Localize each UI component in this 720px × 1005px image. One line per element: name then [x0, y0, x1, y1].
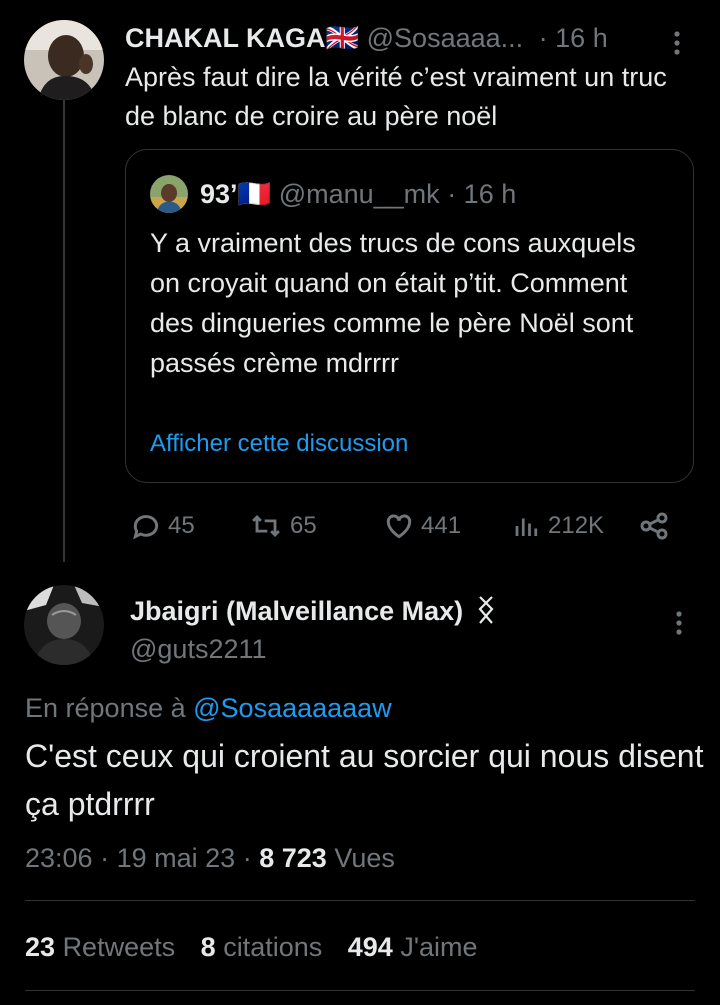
quotes-label: citations [223, 932, 323, 962]
share-button[interactable] [638, 506, 670, 546]
tweet-header: CHAKAL KAGA🇬🇧 @Sosaaaa... · 16 h [125, 22, 608, 54]
heart-icon [386, 514, 412, 539]
tweet-date[interactable]: 19 mai 23 [117, 843, 236, 873]
quotes-count: 8 [200, 932, 216, 962]
flag-icon: 🇫🇷 [237, 179, 272, 209]
avatar[interactable] [24, 20, 104, 100]
engagement-stats: 23 Retweets 8 citations 494 J'aime [25, 928, 478, 966]
views-count: 8 723 [259, 843, 327, 873]
more-options-icon[interactable] [672, 30, 682, 56]
retweets-count: 23 [25, 932, 56, 962]
tweet-meta: 23:06 · 19 mai 23 · 8 723 Vues [25, 840, 395, 876]
quoted-tweet[interactable]: 93’🇫🇷 @manu__mk · 16 h Y a vraiment des … [125, 149, 694, 483]
show-thread-link[interactable]: Afficher cette discussion [150, 429, 408, 459]
divider [25, 990, 695, 991]
analytics-icon [515, 518, 538, 536]
quote-author-name: 93’ [200, 179, 238, 209]
tweet-text: Après faut dire la vérité c’est vraiment… [125, 62, 667, 131]
quotes-stat[interactable]: 8 citations [201, 932, 323, 962]
views-count: 212K [548, 512, 605, 539]
separator: · [100, 843, 110, 873]
quote-text: Y a vraiment des trucs de cons auxquels … [150, 228, 636, 378]
author-name[interactable]: CHAKAL KAGA [125, 23, 326, 53]
quote-time: · 16 h [447, 179, 517, 209]
share-icon [640, 512, 668, 540]
author-name[interactable]: Jbaigri (Malveillance Max) [130, 596, 463, 626]
separator: · [242, 843, 252, 873]
author-handle[interactable]: @Sosaaaa... [367, 23, 524, 53]
flag-icon: 🇬🇧 [325, 23, 360, 53]
divider [25, 900, 695, 901]
likes-stat[interactable]: 494 J'aime [348, 932, 478, 962]
author-handle[interactable]: @guts2211 [130, 632, 267, 666]
quote-avatar [150, 175, 188, 213]
retweet-count: 65 [290, 512, 317, 539]
retweets-label: Retweets [62, 932, 176, 962]
views-label: Vues [334, 843, 395, 873]
retweet-icon [252, 514, 280, 538]
author-name-row: Jbaigri (Malveillance Max) [130, 594, 497, 628]
like-button[interactable]: 441 [383, 506, 461, 546]
reply-to-link[interactable]: @Sosaaaaaaaw [193, 693, 392, 723]
action-bar: 45 65 441 212K [130, 506, 675, 546]
reply-button[interactable]: 45 [130, 506, 195, 546]
retweets-stat[interactable]: 23 Retweets [25, 932, 175, 962]
views-button[interactable]: 212K [512, 506, 604, 546]
like-count: 441 [421, 512, 462, 539]
tweet-time[interactable]: · 16 h [539, 23, 608, 53]
retweet-button[interactable]: 65 [248, 506, 317, 546]
thread-line [63, 100, 65, 562]
more-options-icon[interactable] [674, 610, 684, 636]
likes-label: J'aime [400, 932, 478, 962]
reply-icon [133, 515, 159, 540]
avatar[interactable] [24, 585, 104, 665]
likes-count: 494 [347, 932, 393, 962]
quote-author-handle: @manu__mk [278, 179, 440, 209]
tweet-time[interactable]: 23:06 [25, 843, 93, 873]
reply-count: 45 [168, 512, 195, 539]
reply-prefix: En réponse à [25, 693, 186, 723]
quote-header: 93’🇫🇷 @manu__mk · 16 h [200, 178, 516, 210]
badge-icon [478, 596, 494, 624]
reply-context: En réponse à @Sosaaaaaaaw [25, 690, 392, 726]
tweet-text: C'est ceux qui croient au sorcier qui no… [25, 738, 704, 822]
